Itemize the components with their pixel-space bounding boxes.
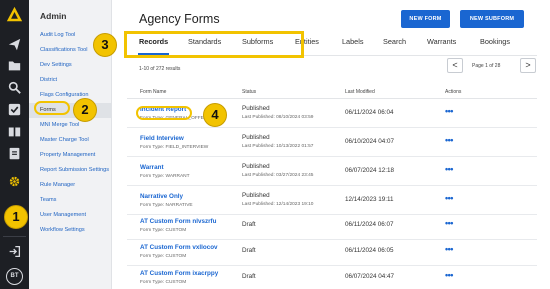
tab-bookings[interactable]: Bookings [480,37,510,46]
row-actions-menu[interactable]: ••• [445,193,453,203]
prev-page-button[interactable]: < [447,58,463,73]
row-actions-menu[interactable]: ••• [445,164,453,174]
form-type: Form Type: CUSTOM [140,254,187,259]
form-name-link[interactable]: AT Custom Form nlvszrfu [140,218,217,225]
row-actions-menu[interactable]: ••• [445,218,453,228]
form-status: Draft [242,221,256,228]
form-type: Form Type: FIELD_INTERVIEW [140,145,209,150]
step-badge-1: 1 [4,205,28,229]
new-form-button[interactable]: NEW FORM [401,10,450,28]
folder-icon[interactable] [7,59,22,74]
column-header-status[interactable]: Status [242,89,256,95]
new-subform-button[interactable]: NEW SUBFORM [460,10,524,28]
page-title: Agency Forms [139,12,220,26]
sidebar-item-rule-manager[interactable]: Rule Manager [29,178,111,193]
last-published: Last Published: 10/13/2022 01:57 [242,144,314,149]
search-icon[interactable] [7,81,22,96]
last-published: Last Published: 03/27/2024 23:45 [242,173,314,178]
sidebar-item-district[interactable]: District [29,73,111,88]
book-icon[interactable] [7,125,22,140]
form-name-link[interactable]: Narrative Only [140,193,183,200]
incident-report-highlight-ring [136,106,192,120]
last-modified: 06/07/2024 04:47 [345,273,395,280]
table-row: Warrant Form Type: WARRANT Published Las… [127,158,537,186]
form-name-link[interactable]: Warrant [140,164,164,171]
table-header-divider [127,98,537,99]
table-row: AT Custom Form ixacrppy Form Type: CUSTO… [127,264,537,289]
send-icon[interactable] [7,38,22,53]
tab-warrants[interactable]: Warrants [427,37,456,46]
column-header-form-name[interactable]: Form Name [140,89,166,95]
last-modified: 06/11/2024 06:07 [345,221,394,228]
step-badge-4: 4 [203,103,227,127]
form-status: Draft [242,273,256,280]
sidebar-item-workflow-settings[interactable]: Workflow Settings [29,223,111,238]
last-published: Last Published: 12/14/2023 19:10 [242,202,314,207]
table-row: Narrative Only Form Type: NARRATIVE Publ… [127,187,537,215]
last-published: Last Published: 08/10/2024 03:59 [242,115,314,120]
sidebar-item-property-management[interactable]: Property Management [29,148,111,163]
forms-highlight-ring [34,101,70,115]
sidebar-item-user-management[interactable]: User Management [29,208,111,223]
avatar[interactable]: BT [6,268,23,285]
tab-search[interactable]: Search [383,37,406,46]
form-type: Form Type: WARRANT [140,174,190,179]
form-status: Draft [242,247,256,254]
form-type: Form Type: NARRATIVE [140,203,193,208]
tab-labels[interactable]: Labels [342,37,364,46]
table-row: AT Custom Form nlvszrfu Form Type: CUSTO… [127,212,537,240]
column-header-last-modified[interactable]: Last Modified [345,89,375,95]
last-modified: 06/10/2024 04:07 [345,138,395,145]
table-row: AT Custom Form vxllocov Form Type: CUSTO… [127,238,537,266]
step-badge-2: 2 [73,98,97,122]
logo-icon[interactable] [6,6,23,23]
rail-divider [3,236,26,237]
last-modified: 06/11/2024 06:04 [345,109,394,116]
sidebar-item-mni-merge-tool[interactable]: MNI Merge Tool [29,118,111,133]
row-actions-menu[interactable]: ••• [445,244,453,254]
step-badge-3: 3 [93,33,117,57]
sidebar-item-dev-settings[interactable]: Dev Settings [29,58,111,73]
row-actions-menu[interactable]: ••• [445,270,453,280]
row-actions-menu[interactable]: ••• [445,135,453,145]
form-status: Published [242,134,270,141]
sidebar-item-teams[interactable]: Teams [29,193,111,208]
tabs-highlight-box [124,31,304,58]
form-name-link[interactable]: AT Custom Form vxllocov [140,244,218,251]
logout-icon[interactable] [7,245,22,260]
last-modified: 06/11/2024 06:05 [345,247,394,254]
form-status: Published [242,192,270,199]
sidebar-item-master-charge-tool[interactable]: Master Charge Tool [29,133,111,148]
checkbox-icon[interactable] [7,103,22,118]
last-modified: 06/07/2024 12:18 [345,167,395,174]
form-name-link[interactable]: Field Interview [140,135,184,142]
page-indicator: Page 1 of 28 [472,63,501,69]
form-status: Published [242,163,270,170]
form-type: Form Type: CUSTOM [140,280,187,285]
sidebar-title: Admin [40,11,67,21]
next-page-button[interactable]: > [520,58,536,73]
form-status: Published [242,105,270,112]
sidebar-item-report-submission-settings[interactable]: Report Submission Settings [29,163,111,178]
result-count: 1-10 of 272 results [139,66,181,72]
row-actions-menu[interactable]: ••• [445,106,453,116]
table-row: Field Interview Form Type: FIELD_INTERVI… [127,129,537,157]
column-header-actions: Actions [445,89,462,95]
document-icon[interactable] [7,147,22,162]
icon-rail: BT [0,0,29,289]
last-modified: 12/14/2023 19:11 [345,196,394,203]
form-name-link[interactable]: AT Custom Form ixacrppy [140,270,218,277]
gear-icon[interactable] [7,175,22,190]
form-type: Form Type: CUSTOM [140,228,187,233]
